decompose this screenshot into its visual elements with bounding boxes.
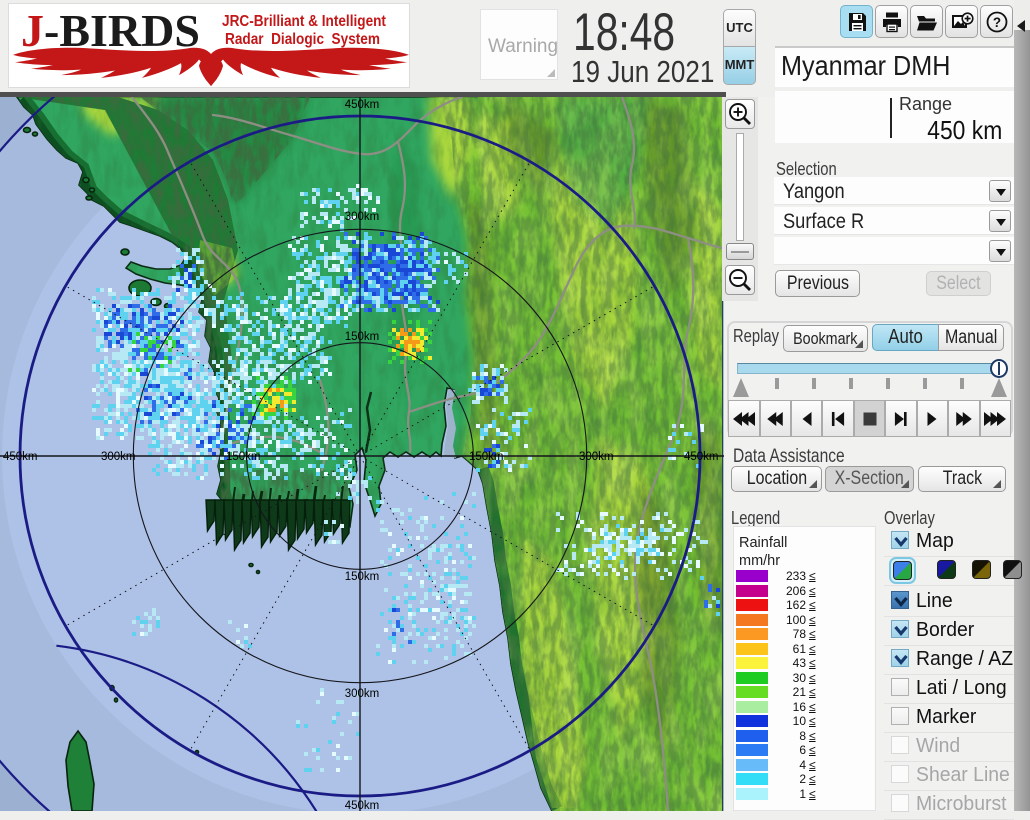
svg-text:150km: 150km — [345, 331, 380, 343]
svg-text:300km: 300km — [345, 211, 380, 223]
svg-text:300km: 300km — [101, 451, 136, 463]
svg-text:150km: 150km — [226, 451, 261, 463]
svg-text:450km: 450km — [3, 451, 38, 463]
svg-text:150km: 150km — [469, 451, 504, 463]
svg-text:450km: 450km — [345, 800, 380, 811]
svg-text:300km: 300km — [579, 451, 614, 463]
svg-text:?: ? — [992, 15, 1000, 30]
svg-text:450km: 450km — [345, 99, 380, 111]
svg-text:450km: 450km — [684, 451, 719, 463]
